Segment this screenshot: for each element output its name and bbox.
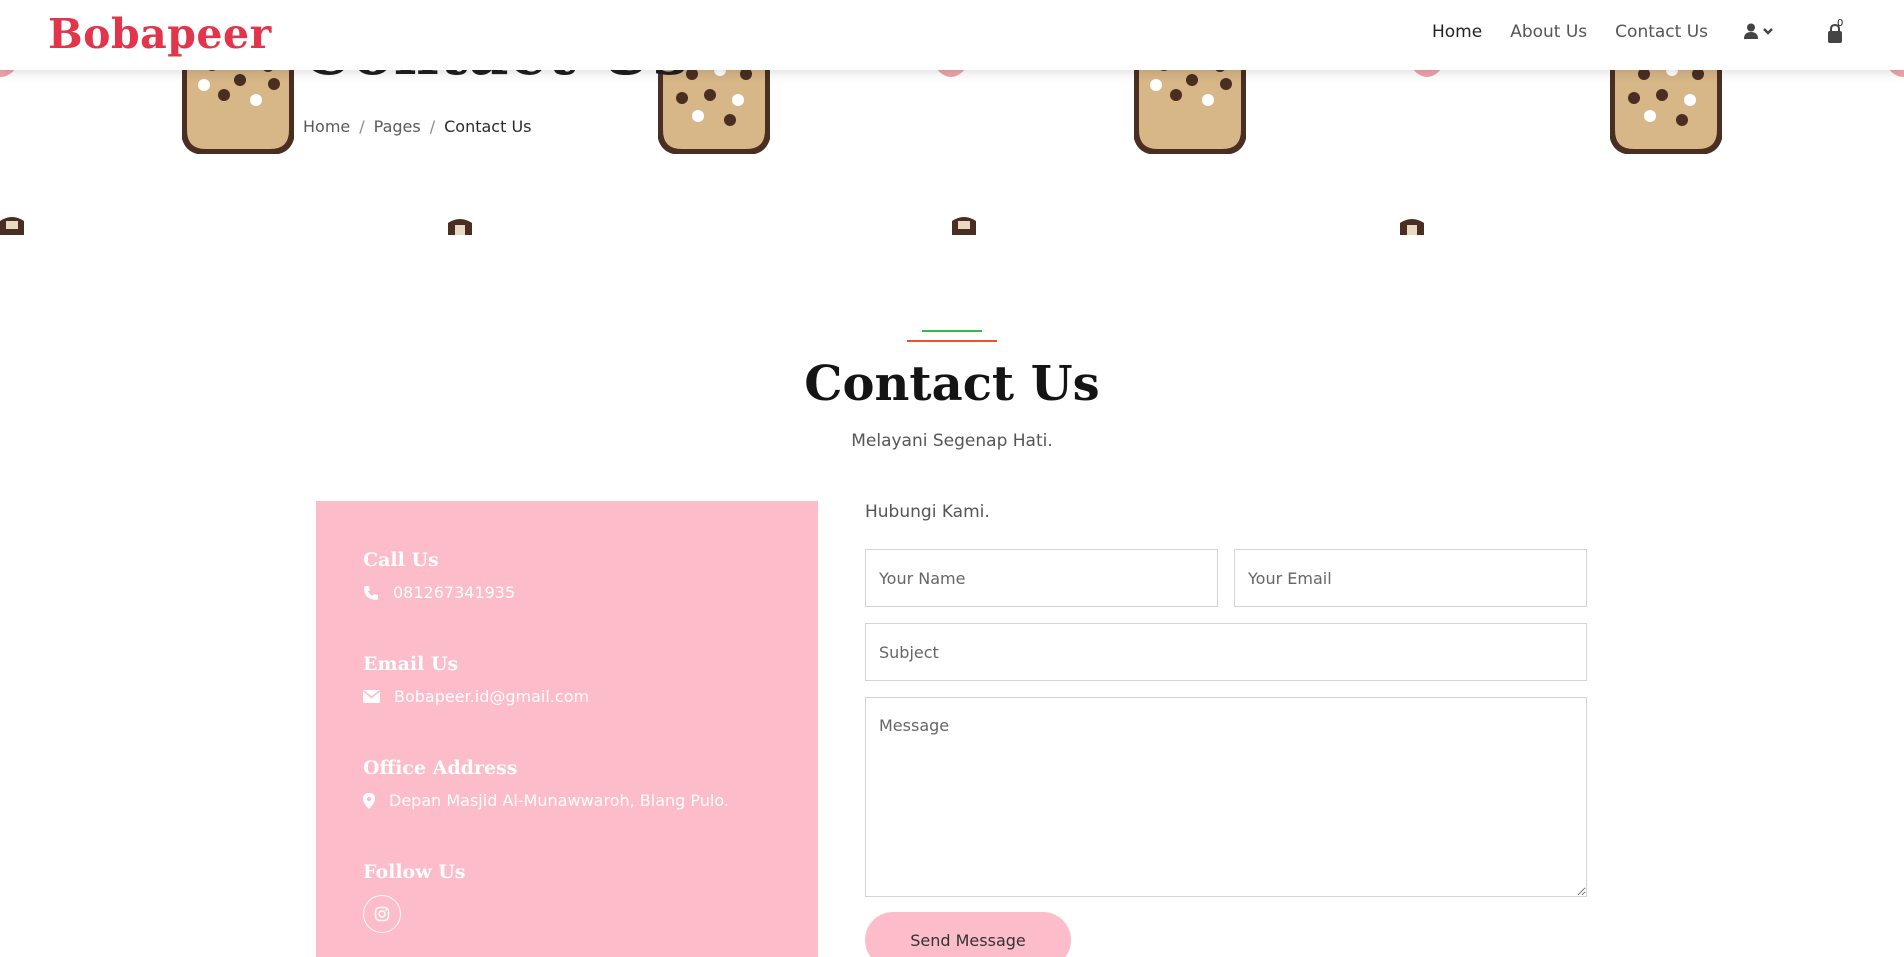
- subject-input[interactable]: [865, 623, 1587, 681]
- heading-divider-green: [922, 330, 982, 332]
- email-input[interactable]: [1234, 549, 1587, 607]
- phone-row: 081267341935: [363, 583, 515, 602]
- straw-illustration: [1400, 219, 1424, 235]
- top-navbar: Bobapeer Home About Us Contact Us 0: [0, 0, 1904, 70]
- brand-logo[interactable]: Bobapeer: [48, 10, 272, 58]
- breadcrumb: Home / Pages / Contact Us: [303, 117, 532, 136]
- breadcrumb-pages[interactable]: Pages: [374, 117, 421, 136]
- name-input[interactable]: [865, 549, 1218, 607]
- map-marker-icon: [363, 792, 375, 809]
- straw-illustration: [952, 217, 976, 235]
- email-us-title: Email Us: [363, 653, 459, 675]
- straw-illustration: [0, 217, 24, 235]
- office-address-title: Office Address: [363, 757, 518, 779]
- address-row: Depan Masjid Al-Munawwaroh, Blang Pulo.: [363, 791, 729, 810]
- nav-link-home[interactable]: Home: [1432, 22, 1482, 42]
- breadcrumb-separator: /: [359, 117, 365, 136]
- email-us-block: Email Us Bobapeer.id@gmail.com: [363, 653, 589, 706]
- call-us-block: Call Us 081267341935: [363, 549, 515, 602]
- instagram-icon: [374, 906, 390, 922]
- envelope-icon: [363, 690, 380, 703]
- phone-number[interactable]: 081267341935: [393, 583, 515, 602]
- nav-link-contact[interactable]: Contact Us: [1615, 22, 1708, 42]
- email-row: Bobapeer.id@gmail.com: [363, 687, 589, 706]
- user-menu-toggle[interactable]: [1744, 23, 1774, 39]
- breadcrumb-separator: /: [429, 117, 436, 136]
- section-subtitle: Melayani Segenap Hati.: [851, 431, 1053, 451]
- section-title: Contact Us: [804, 356, 1100, 412]
- call-us-title: Call Us: [363, 549, 439, 571]
- chevron-down-icon: [1763, 28, 1773, 35]
- nav-link-about[interactable]: About Us: [1510, 22, 1587, 42]
- straw-illustration: [448, 219, 472, 235]
- instagram-button[interactable]: [363, 895, 401, 933]
- office-address-block: Office Address Depan Masjid Al-Munawwaro…: [363, 757, 729, 810]
- follow-us-block: Follow Us: [363, 861, 465, 933]
- follow-us-title: Follow Us: [363, 861, 466, 883]
- cart-count-badge: 0: [1837, 18, 1844, 29]
- send-message-button[interactable]: Send Message: [865, 912, 1071, 957]
- email-address[interactable]: Bobapeer.id@gmail.com: [394, 687, 589, 706]
- office-address: Depan Masjid Al-Munawwaroh, Blang Pulo.: [389, 791, 729, 810]
- breadcrumb-home[interactable]: Home: [303, 117, 350, 136]
- user-icon: [1744, 23, 1758, 39]
- phone-icon: [364, 585, 378, 600]
- form-intro-text: Hubungi Kami.: [865, 502, 990, 522]
- main-nav: Home About Us Contact Us: [1432, 22, 1708, 42]
- contact-info-panel: Call Us 081267341935 Email Us Bobapeer.i…: [316, 501, 818, 957]
- message-textarea[interactable]: [865, 697, 1587, 897]
- breadcrumb-current: Contact Us: [444, 117, 532, 136]
- heading-divider-orange: [907, 340, 997, 342]
